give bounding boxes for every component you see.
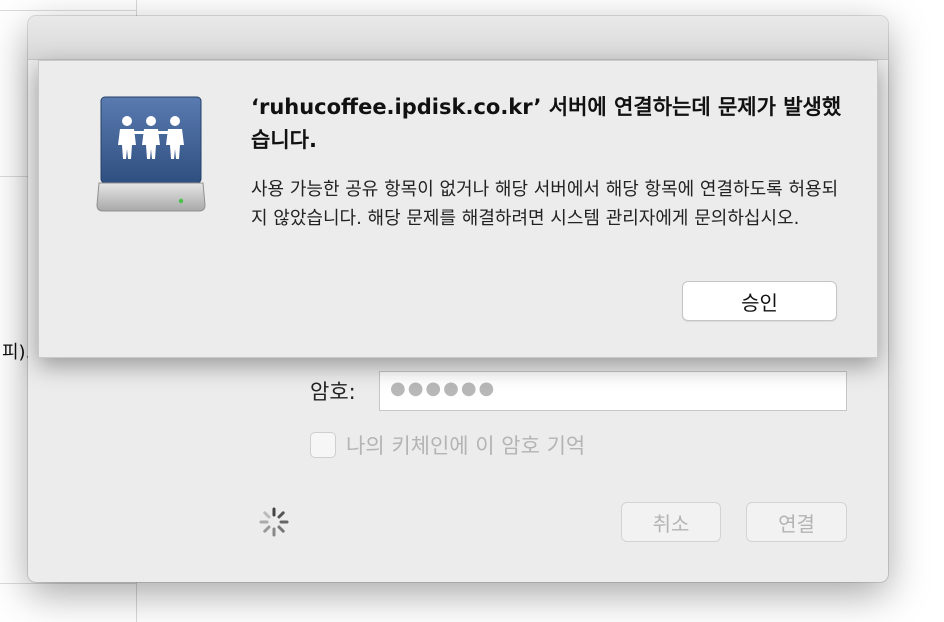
error-message: 사용 가능한 공유 항목이 없거나 해당 서버에서 해당 항목에 연결하도록 허…	[251, 179, 839, 229]
error-sheet: ‘ruhucoffee.ipdisk.co.kr’ 서버에 연결하는데 문제가 …	[38, 60, 878, 358]
background-divider	[0, 583, 136, 584]
remember-password-row[interactable]: 나의 키체인에 이 암호 기억	[310, 430, 585, 460]
connect-button[interactable]: 연결	[746, 502, 847, 542]
password-input[interactable]: ●●●●●●	[379, 371, 847, 411]
background-text-fragment: 피).	[2, 342, 32, 363]
approve-button[interactable]: 승인	[682, 281, 837, 321]
spinner-icon	[259, 507, 289, 537]
error-title: ‘ruhucoffee.ipdisk.co.kr’ 서버에 연결하는데 문제가 …	[251, 95, 842, 152]
cancel-button[interactable]: 취소	[621, 502, 721, 542]
remember-password-label: 나의 키체인에 이 암호 기억	[346, 434, 586, 458]
remember-password-checkbox[interactable]	[310, 432, 336, 458]
window-titlebar[interactable]	[28, 16, 888, 60]
password-label: 암호:	[310, 380, 356, 404]
network-server-icon	[96, 96, 206, 212]
background-divider	[0, 10, 136, 11]
